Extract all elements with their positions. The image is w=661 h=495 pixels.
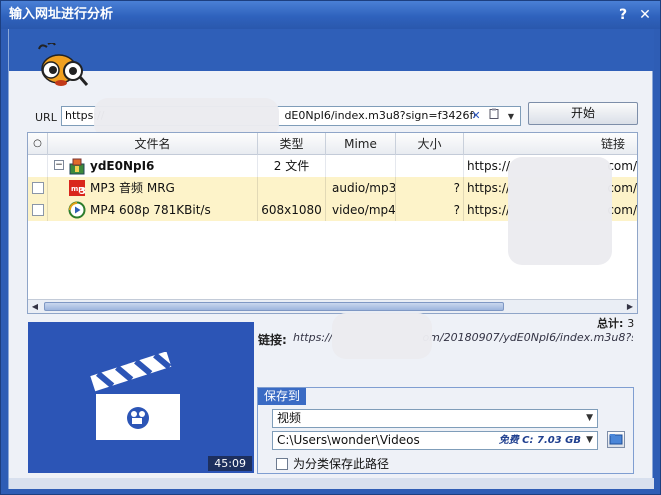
- browse-folder-button[interactable]: [607, 431, 625, 448]
- analyze-url-window: 输入网址进行分析 ? ✕ URL https://dE0NpI6/index.m…: [0, 0, 661, 495]
- link-label: 链接:: [258, 333, 287, 347]
- start-button[interactable]: 开始: [528, 102, 638, 125]
- folder-icon: [609, 434, 623, 445]
- chevron-down-icon: ▼: [586, 435, 593, 445]
- save-to-title: 保存到: [258, 388, 307, 405]
- window-title: 输入网址进行分析: [9, 7, 114, 22]
- file-mime: video/mp4: [326, 199, 396, 221]
- col-select[interactable]: ○: [28, 133, 48, 155]
- scroll-thumb[interactable]: [44, 302, 504, 311]
- row-checkbox[interactable]: [32, 204, 44, 216]
- help-button[interactable]: ?: [613, 1, 633, 29]
- remember-path-checkbox[interactable]: 为分类保存此路径: [276, 455, 389, 472]
- bottom-band: [9, 478, 654, 489]
- save-to-panel: 保存到 视频 ▼ C:\Users\wonder\Videos 免费 C: 7.…: [257, 387, 634, 474]
- svg-text:3: 3: [79, 186, 86, 197]
- file-name: MP3 音频 MRG: [90, 181, 175, 195]
- clear-icon[interactable]: ✕: [469, 107, 483, 125]
- file-type: [258, 177, 326, 199]
- redacted-area: [332, 313, 432, 359]
- url-dropdown-icon[interactable]: ▼: [504, 108, 518, 125]
- url-label: URL: [35, 111, 57, 124]
- horizontal-scrollbar[interactable]: ◀ ▶: [28, 299, 637, 313]
- file-size: ?: [396, 199, 464, 221]
- table-header: ○ 文件名 类型 Mime 大小 链接: [28, 133, 637, 155]
- col-filename[interactable]: 文件名: [48, 133, 258, 155]
- col-type[interactable]: 类型: [258, 133, 326, 155]
- remember-path-label: 为分类保存此路径: [293, 457, 390, 471]
- total-count: 总计: 3: [597, 317, 635, 330]
- close-button[interactable]: ✕: [635, 1, 655, 29]
- redacted-area: [508, 157, 612, 265]
- results-table: ○ 文件名 类型 Mime 大小 链接 − ydE0NpI6 2 文件 http…: [27, 132, 638, 314]
- free-space: 免费 C: 7.03 GB: [498, 435, 581, 446]
- checkbox-box[interactable]: [276, 458, 288, 470]
- file-name: MP4 608p 781KBit/s: [90, 203, 211, 217]
- col-link[interactable]: 链接: [464, 133, 637, 155]
- dialog-body: URL https://dE0NpI6/index.m3u8?sign=f342…: [8, 29, 654, 489]
- category-select[interactable]: 视频 ▼: [272, 409, 598, 428]
- mp3-file-icon: mp 3: [69, 180, 86, 197]
- col-size[interactable]: 大小: [396, 133, 464, 155]
- scroll-right-icon[interactable]: ▶: [623, 300, 637, 313]
- ant-mascot-logo-icon: [38, 43, 89, 86]
- group-name: ydE0NpI6: [90, 159, 155, 173]
- file-size: ?: [396, 177, 464, 199]
- save-path-select[interactable]: C:\Users\wonder\Videos 免费 C: 7.03 GB ▼: [272, 431, 598, 450]
- clapperboard-icon: [90, 352, 180, 440]
- file-mime: audio/mp3: [326, 177, 396, 199]
- clipboard-icon[interactable]: [487, 107, 501, 125]
- title-bar: 输入网址进行分析 ? ✕: [1, 1, 660, 29]
- scroll-left-icon[interactable]: ◀: [28, 300, 42, 313]
- video-duration: 45:09: [208, 456, 252, 471]
- video-file-icon: [68, 201, 86, 219]
- row-checkbox[interactable]: [32, 182, 44, 194]
- col-mime[interactable]: Mime: [326, 133, 396, 155]
- file-type: 608x1080: [258, 199, 326, 221]
- chevron-down-icon: ▼: [586, 413, 593, 423]
- collapse-icon[interactable]: −: [54, 160, 64, 170]
- header-band: [9, 29, 654, 71]
- video-preview[interactable]: 45:09: [28, 322, 254, 473]
- group-type: 2 文件: [258, 155, 326, 177]
- package-icon: [69, 158, 85, 175]
